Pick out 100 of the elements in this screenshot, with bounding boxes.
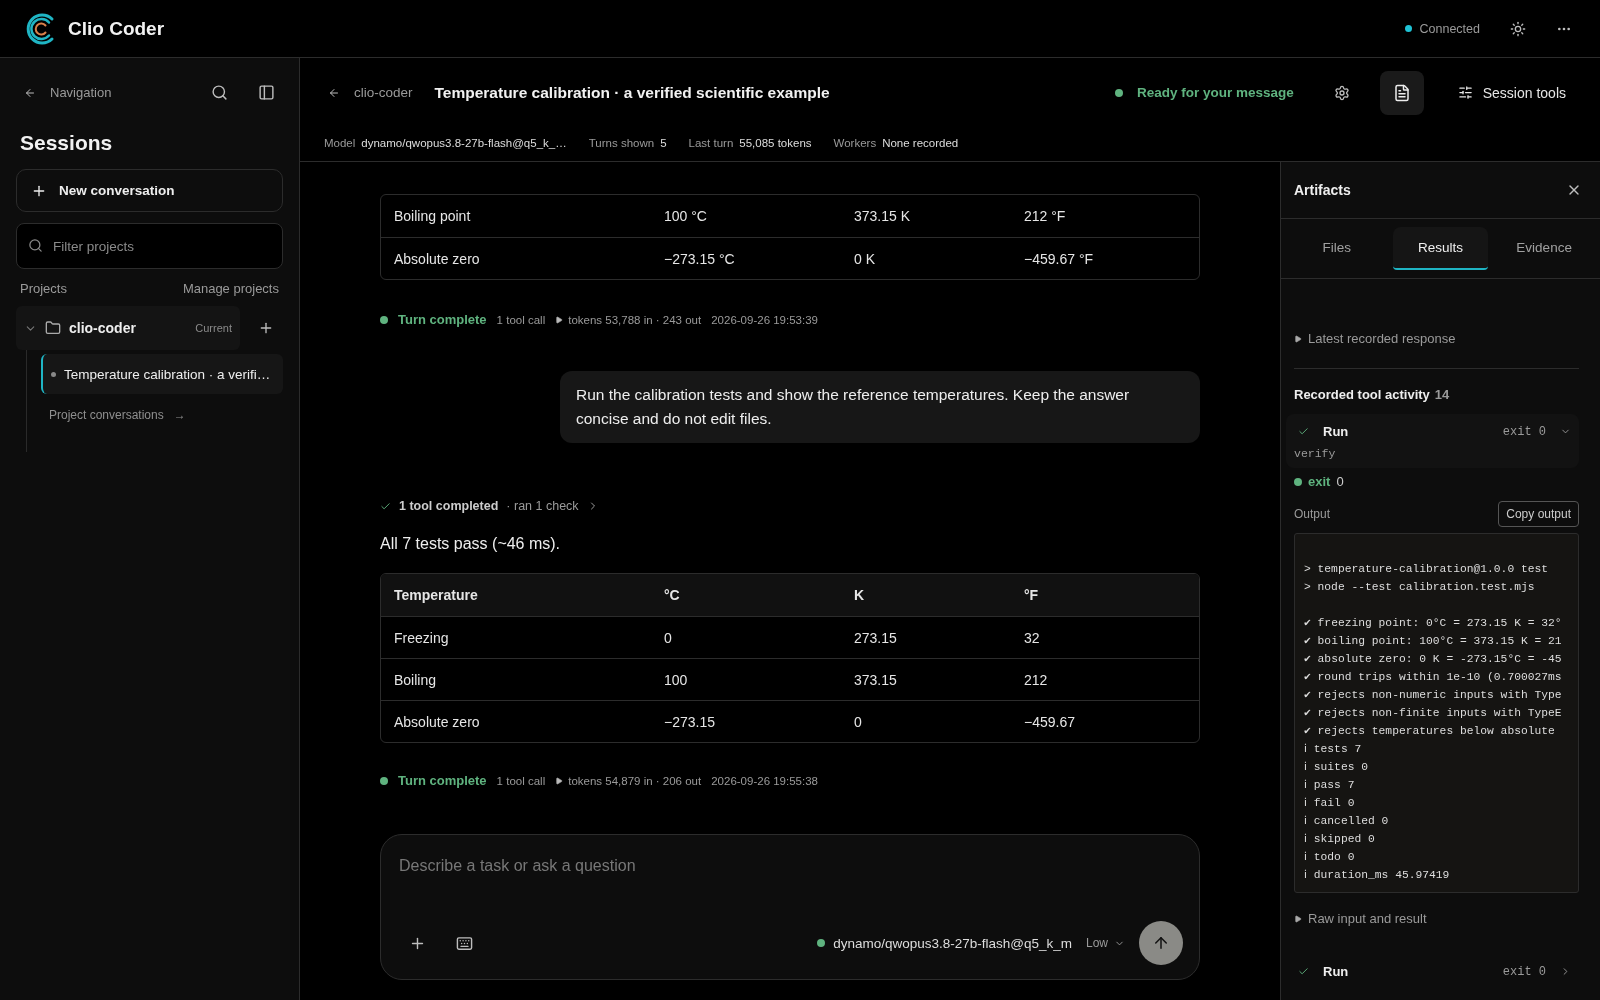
send-button[interactable] — [1139, 921, 1183, 965]
new-conversation-button[interactable]: New conversation — [16, 169, 283, 212]
output-label: Output — [1294, 507, 1331, 521]
run-header[interactable]: Run exit 0 — [1294, 424, 1571, 439]
triangle-icon — [555, 776, 564, 785]
turn-status: Turn complete — [398, 773, 487, 788]
output-line: ℹ cancelled 0 — [1304, 814, 1390, 829]
projects-label: Projects — [20, 281, 67, 296]
session-tools-button[interactable]: Session tools — [1447, 78, 1576, 107]
tool-call-count: 1 tool call — [496, 774, 546, 787]
output-line: ✔ absolute zero: 0 K = -273.15°C = -45 — [1304, 652, 1563, 667]
tool-call-count: 1 tool call — [496, 313, 546, 326]
exit-label: exit — [1308, 474, 1331, 489]
status-dot — [1114, 88, 1123, 97]
manage-projects-link[interactable]: Manage projects — [182, 281, 279, 296]
table-cell-text: −273.15 °C — [664, 250, 736, 267]
table-cell-text: 212 °F — [1024, 208, 1067, 224]
output-line: ✔ rejects non-finite inputs with TypeE — [1304, 706, 1563, 721]
status-dot — [1294, 477, 1302, 486]
output-line: > node --test calibration.test.mjs — [1304, 580, 1536, 595]
filter-field[interactable]: Filter projects — [16, 223, 283, 269]
check-icon — [1298, 966, 1309, 977]
table-cell-text: 273.15 — [854, 629, 898, 646]
exit-value: 0 — [1336, 474, 1344, 489]
conversation-title: Temperature calibration · a verified scientific example — [434, 83, 830, 102]
output-line: ℹ suites 0 — [1304, 760, 1369, 775]
tool-summary-toggle[interactable]: 1 tool completed · ran 1 check — [380, 499, 1200, 513]
output-line: ℹ duration_ms 45.97419 — [1304, 868, 1451, 883]
search-icon — [28, 238, 43, 253]
output-line: ℹ tests 7 — [1304, 742, 1363, 757]
token-details-toggle[interactable]: tokens 54,879 in · 206 out — [555, 774, 702, 787]
status-dot — [380, 776, 388, 785]
meta-value: 5 — [660, 136, 667, 149]
table-cell-text: 0 — [664, 629, 673, 646]
output-line: ℹ skipped 0 — [1304, 832, 1376, 847]
tab[interactable]: Files — [1289, 227, 1385, 270]
table-cell-text: −459.67 — [1024, 713, 1076, 730]
token-details-toggle[interactable]: tokens 53,788 in · 243 out — [555, 313, 702, 326]
output-line: ℹ pass 7 — [1304, 778, 1356, 793]
user-message: Run the calibration tests and show the reference temperatures. Keep the answer concise and do not edit files. — [560, 371, 1200, 443]
model-name: dynamo/qwopus3.8-27b-flash@q5_k_m — [833, 935, 1072, 951]
table-cell-text: 100 °C — [664, 208, 708, 224]
table-cell-text: −459.67 °F — [1024, 250, 1095, 267]
check-icon — [1298, 426, 1309, 437]
run-command: verify — [1294, 447, 1337, 460]
column-header: °C — [664, 587, 681, 603]
output-line: ✔ rejects temperatures below absolute — [1304, 724, 1556, 739]
table-cell-text: 373.15 — [854, 671, 898, 688]
assistant-message: All 7 tests pass (~46 ms). — [380, 535, 562, 553]
exit-code: exit 0 — [1502, 964, 1546, 979]
table-cell-text: 32 — [1024, 629, 1041, 646]
status-dot — [380, 315, 388, 324]
output-line: ℹ fail 0 — [1304, 796, 1356, 811]
effort-dropdown[interactable]: Low — [1086, 936, 1125, 950]
table-cell-text: 0 — [854, 713, 863, 730]
column-header: K — [854, 587, 866, 603]
document-icon[interactable] — [1379, 70, 1424, 115]
meta-value: 55,085 tokens — [739, 136, 812, 149]
run-title: Run — [1323, 964, 1349, 979]
run-header[interactable]: Run exit 0 — [1294, 964, 1571, 979]
copy-output-button[interactable]: Copy output — [1498, 501, 1579, 527]
meta-value: dynamo/qwopus3.8-27b-flash@q5_k_… — [361, 136, 567, 149]
output-line: ✔ round trips within 1e-10 (0.700027ms — [1304, 670, 1563, 685]
column-header: Temperature — [394, 587, 479, 603]
message-input[interactable]: Describe a task or ask a question — [397, 855, 1183, 885]
output-line: ✔ freezing point: 0°C = 273.15 K = 32° — [1304, 616, 1563, 631]
timestamp: 2026-09-26 19:53:39 — [711, 313, 818, 326]
sessions-title: Sessions — [20, 131, 114, 155]
activity-count: 14 — [1434, 387, 1450, 402]
project-link[interactable]: clio-coder — [352, 85, 413, 100]
project-conversations-link[interactable]: Project conversations — [41, 398, 172, 432]
meta-label: Turns shown — [588, 136, 655, 149]
app-title: Clio Coder — [68, 17, 165, 40]
table-cell-text: 100 — [664, 671, 689, 688]
tab[interactable]: Results — [1393, 227, 1488, 270]
exit-code: exit 0 — [1502, 424, 1546, 439]
activity-title: Recorded tool activity — [1294, 387, 1430, 402]
latest-response-toggle[interactable]: Latest recorded response — [1294, 331, 1587, 346]
output-line: ✔ boiling point: 100°C = 373.15 K = 21 — [1304, 634, 1563, 649]
raw-input-toggle[interactable]: Raw input and result — [1294, 911, 1587, 926]
connection-dot — [1404, 25, 1412, 32]
table-cell-text: Freezing — [394, 629, 450, 646]
table-cell-text: Boiling point — [394, 208, 472, 224]
conversation-item[interactable]: Temperature calibration · a verifi… — [41, 354, 283, 394]
table-cell-text: Absolute zero — [394, 250, 481, 267]
check-icon — [380, 500, 391, 512]
sliders-icon — [1457, 85, 1473, 100]
meta-label: Last turn — [688, 136, 734, 149]
output-line: ℹ todo 0 — [1304, 850, 1356, 865]
bullet-icon — [51, 371, 56, 377]
meta-label: Workers — [833, 136, 877, 149]
arrow-label: → — [173, 408, 186, 422]
project-row[interactable]: clio-coder Current — [16, 306, 240, 350]
table-cell-text: Boiling — [394, 671, 438, 688]
table-cell-text: 212 — [1024, 671, 1049, 688]
tab[interactable]: Evidence — [1496, 227, 1592, 270]
column-header: °F — [1024, 587, 1040, 603]
connection-status: Connected — [1419, 21, 1480, 36]
navigation-label: Navigation — [50, 85, 112, 100]
table-cell-text: Absolute zero — [394, 713, 481, 730]
